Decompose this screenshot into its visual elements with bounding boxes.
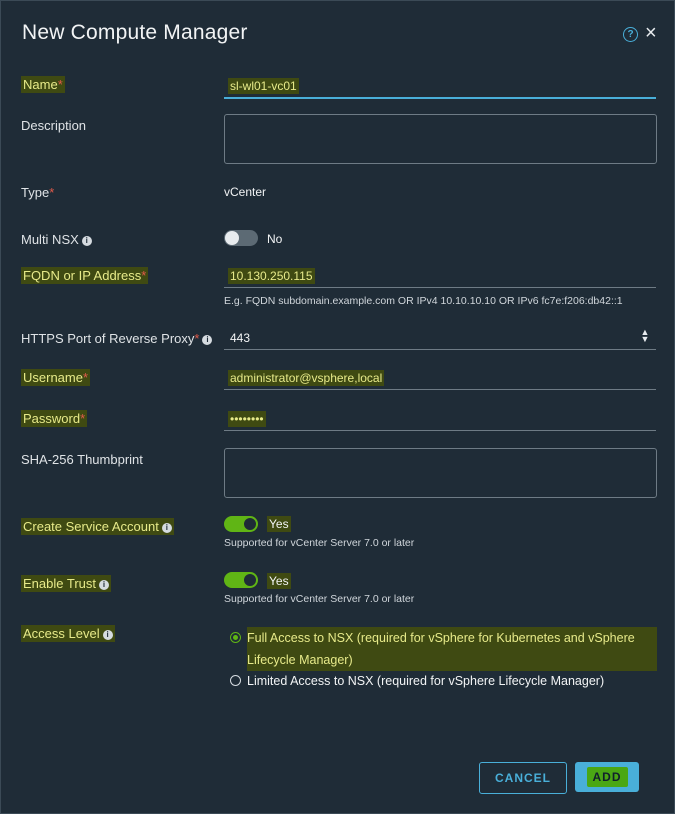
add-button[interactable]: ADD <box>575 762 639 792</box>
https-port-input[interactable]: 443 <box>224 325 656 350</box>
info-icon[interactable]: i <box>202 334 213 345</box>
service-account-toggle[interactable] <box>224 516 258 532</box>
enable-trust-label: Enable Trust i <box>21 575 111 592</box>
fqdn-label: FQDN or IP Address* <box>21 267 149 284</box>
radio-limited-access[interactable] <box>230 675 241 686</box>
stepper-arrows-icon[interactable]: ▲ ▼ <box>639 328 651 344</box>
enable-trust-state: Yes <box>267 573 291 589</box>
type-value: vCenter <box>224 185 267 199</box>
name-input[interactable]: sl-wl01-vc01 <box>224 73 656 99</box>
password-value: •••••••• <box>228 411 266 427</box>
enable-trust-toggle[interactable] <box>224 572 258 588</box>
close-icon[interactable]: × <box>645 23 657 43</box>
info-icon[interactable]: i <box>81 235 92 246</box>
multi-nsx-label: Multi NSX i <box>21 232 92 247</box>
password-label: Password* <box>21 410 88 427</box>
enable-trust-hint: Supported for vCenter Server 7.0 or late… <box>224 593 415 605</box>
radio-full-access[interactable] <box>230 632 241 643</box>
multi-nsx-state: No <box>267 232 283 246</box>
password-input[interactable]: •••••••• <box>224 406 656 431</box>
radio-full-access-label[interactable]: Full Access to NSX (required for vSphere… <box>247 627 657 671</box>
access-level-label: Access Level i <box>21 625 115 642</box>
new-compute-manager-dialog: New Compute Manager ? × Name* sl-wl01-vc… <box>0 0 675 814</box>
radio-limited-access-label[interactable]: Limited Access to NSX (required for vSph… <box>247 670 657 692</box>
username-input[interactable]: administrator@vsphere,local <box>224 365 656 390</box>
info-icon[interactable]: i <box>102 629 113 640</box>
fqdn-hint: E.g. FQDN subdomain.example.com OR IPv4 … <box>224 295 623 307</box>
cancel-button[interactable]: CANCEL <box>479 762 567 794</box>
name-label: Name* <box>21 76 65 93</box>
name-value: sl-wl01-vc01 <box>228 78 299 94</box>
thumbprint-textarea[interactable] <box>224 448 657 498</box>
service-account-label: Create Service Account i <box>21 518 174 535</box>
multi-nsx-toggle[interactable] <box>224 230 258 246</box>
https-port-label: HTTPS Port of Reverse Proxy* i <box>21 331 213 346</box>
description-textarea[interactable] <box>224 114 657 164</box>
username-value: administrator@vsphere,local <box>228 370 385 386</box>
thumbprint-label: SHA-256 Thumbprint <box>21 452 143 467</box>
https-port-value: 443 <box>230 331 251 345</box>
description-label: Description <box>21 118 87 133</box>
fqdn-value: 10.130.250.115 <box>228 268 315 284</box>
info-icon[interactable]: i <box>99 579 109 590</box>
username-label: Username* <box>21 369 91 386</box>
service-account-state: Yes <box>267 516 291 532</box>
service-account-hint: Supported for vCenter Server 7.0 or late… <box>224 537 415 549</box>
fqdn-input[interactable]: 10.130.250.115 <box>224 263 656 288</box>
dialog-title: New Compute Manager <box>22 21 248 44</box>
help-icon[interactable]: ? <box>623 27 638 42</box>
info-icon[interactable]: i <box>161 522 172 533</box>
type-label: Type* <box>21 185 55 200</box>
